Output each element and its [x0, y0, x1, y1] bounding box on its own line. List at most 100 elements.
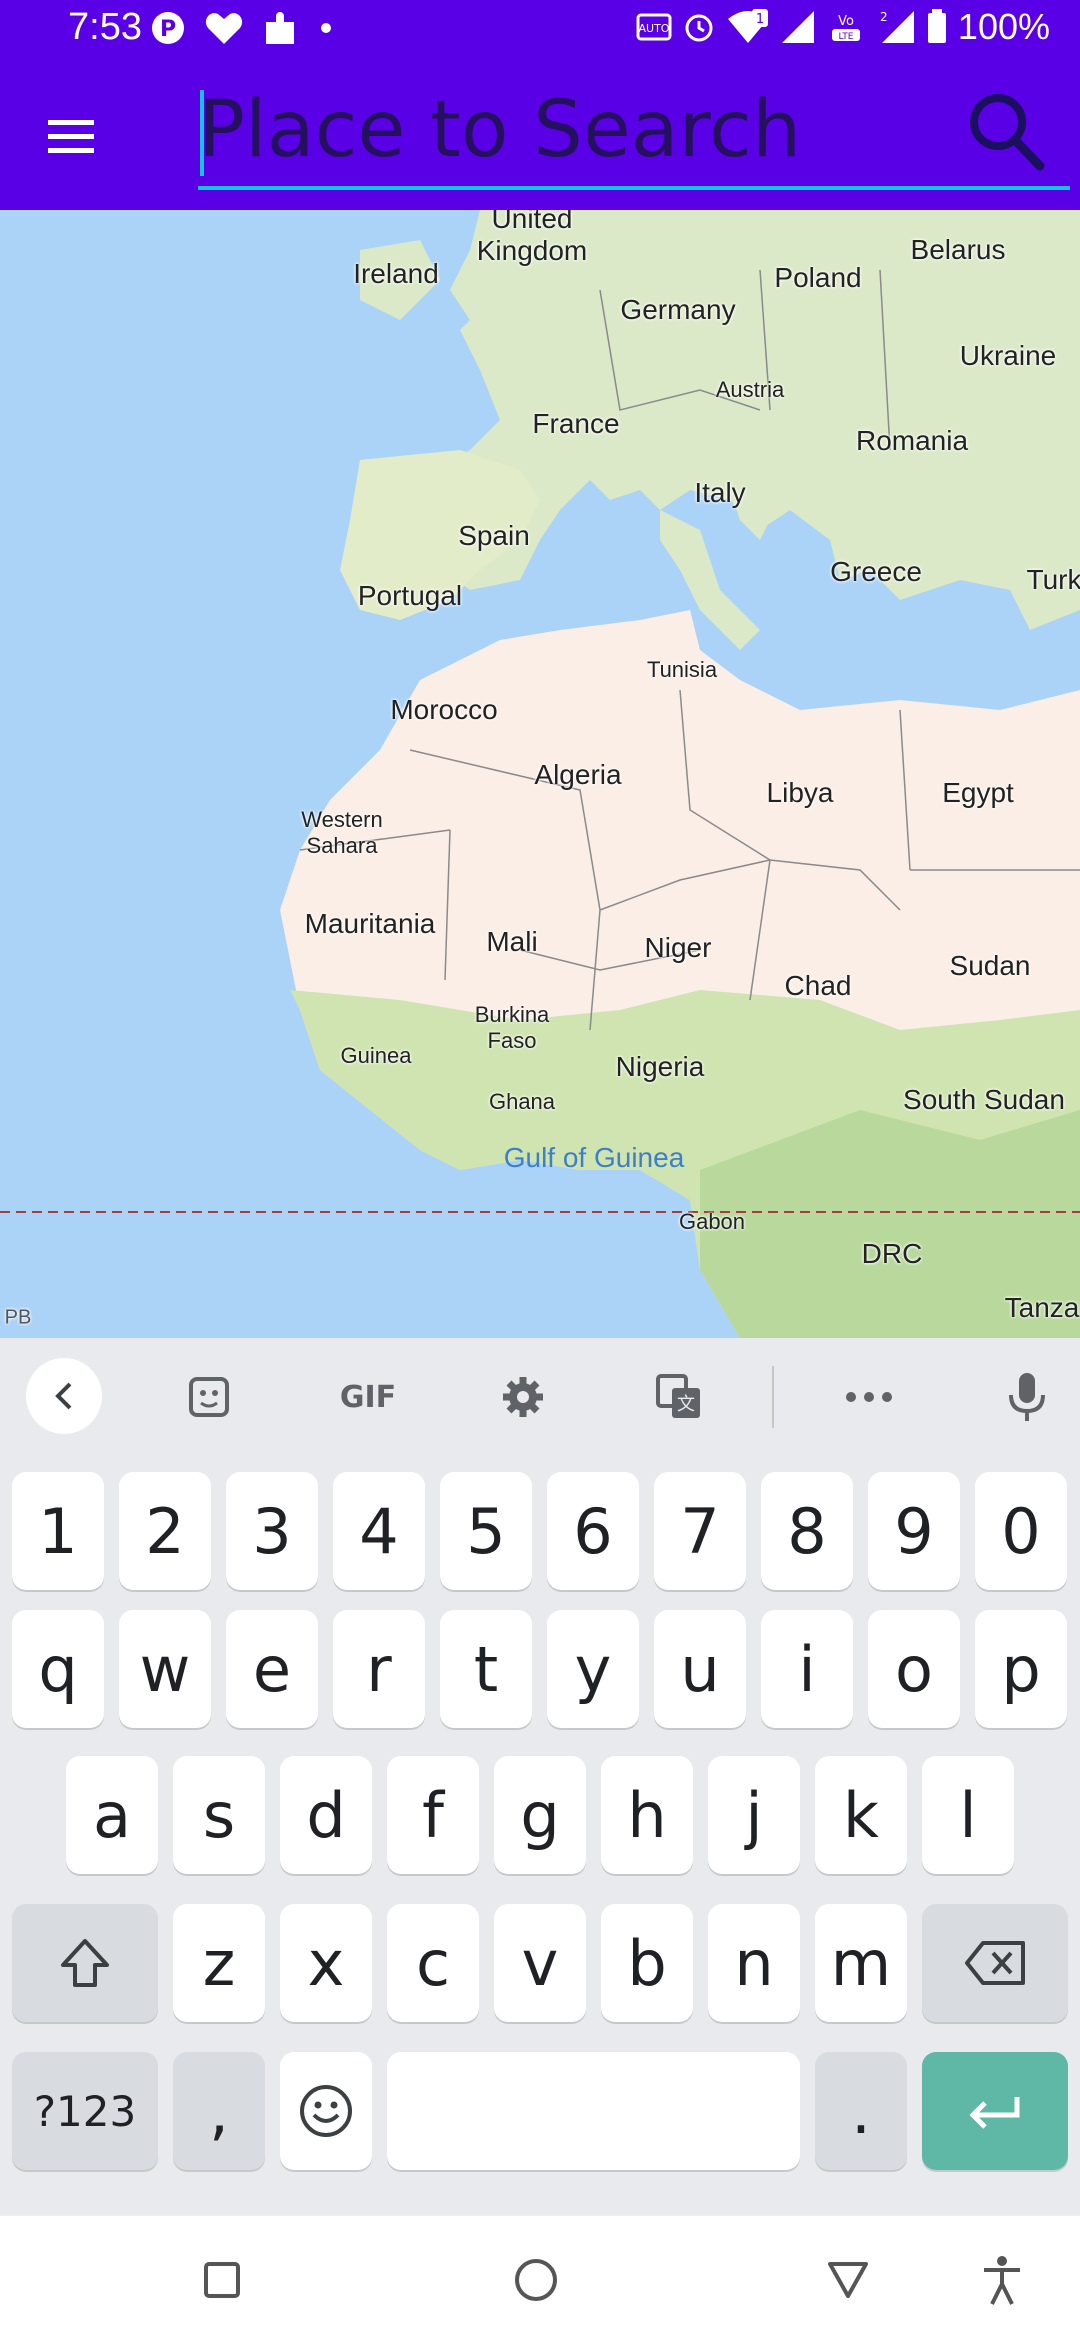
map-label-nigeria: Nigeria	[615, 1051, 705, 1082]
key-4[interactable]: 4	[333, 1472, 425, 1590]
voice-input-button[interactable]	[992, 1362, 1062, 1432]
map-label-ukraine: Ukraine	[959, 340, 1057, 371]
svg-text:AUTO: AUTO	[638, 22, 669, 35]
key-t[interactable]: t	[440, 1610, 532, 1728]
map-label-mali: Mali	[486, 926, 538, 957]
map-label-morocco: Morocco	[390, 694, 498, 725]
map-label-united-kingdom: United Kingdom	[476, 210, 588, 266]
volte-icon: Vo LTE	[831, 14, 860, 42]
map-label-greece: Greece	[830, 556, 922, 587]
key-c[interactable]: c	[387, 1904, 479, 2022]
sticker-button[interactable]	[174, 1362, 244, 1432]
more-icon	[846, 1392, 892, 1402]
key-e[interactable]: e	[226, 1610, 318, 1728]
accessibility-button[interactable]	[972, 2250, 1032, 2310]
map-label-burkina-faso: Burkina Faso	[474, 1002, 550, 1053]
key-5[interactable]: 5	[440, 1472, 532, 1590]
search-input[interactable]	[198, 80, 1018, 180]
key-x[interactable]: x	[280, 1904, 372, 2022]
enter-key[interactable]	[922, 2052, 1068, 2170]
key-m[interactable]: m	[815, 1904, 907, 2022]
more-button[interactable]	[834, 1362, 904, 1432]
menu-button[interactable]	[40, 106, 102, 166]
key-b[interactable]: b	[601, 1904, 693, 2022]
map-view[interactable]: United Kingdom Ireland Germany Poland Be…	[0, 210, 1080, 1338]
back-button[interactable]	[818, 2250, 878, 2310]
key-u[interactable]: u	[654, 1610, 746, 1728]
back-icon	[828, 2262, 868, 2298]
system-nav-bar	[0, 2214, 1080, 2342]
key-f[interactable]: f	[387, 1756, 479, 1874]
key-p[interactable]: p	[975, 1610, 1067, 1728]
key-a[interactable]: a	[66, 1756, 158, 1874]
map-label-south-sudan: South Sudan	[903, 1084, 1065, 1115]
key-i[interactable]: i	[761, 1610, 853, 1728]
svg-text:1: 1	[756, 12, 764, 27]
key-9[interactable]: 9	[868, 1472, 960, 1590]
spacebar-key[interactable]	[387, 2052, 800, 2170]
map-label-guinea: Guinea	[340, 1043, 412, 1068]
symbols-key[interactable]: ?123	[12, 2052, 158, 2170]
backspace-key[interactable]	[922, 1904, 1068, 2022]
home-button[interactable]	[506, 2250, 566, 2310]
map-label-gabon: Gabon	[678, 1209, 746, 1234]
key-2[interactable]: 2	[119, 1472, 211, 1590]
map-label-drc: DRC	[861, 1238, 923, 1269]
status-bar: 7:53 P AUTO 1 Vo LTE 2 100%	[0, 0, 1080, 62]
keyboard-settings-button[interactable]	[488, 1362, 558, 1432]
keyboard-back-button[interactable]	[26, 1358, 102, 1434]
gif-button[interactable]: GIF	[328, 1362, 408, 1432]
key-l[interactable]: l	[922, 1756, 1014, 1874]
search-bar	[198, 80, 1070, 190]
period-key[interactable]: .	[815, 2052, 907, 2170]
map-label-tunisia: Tunisia	[646, 657, 718, 682]
search-icon[interactable]	[962, 88, 1048, 174]
battery-icon	[927, 9, 946, 43]
key-0[interactable]: 0	[975, 1472, 1067, 1590]
translate-icon: 文	[656, 1374, 700, 1418]
gear-icon	[503, 1377, 543, 1417]
key-s[interactable]: s	[173, 1756, 265, 1874]
shift-key[interactable]	[12, 1904, 158, 2022]
map-label-spain: Spain	[458, 520, 530, 551]
map-label-niger: Niger	[644, 932, 712, 963]
key-z[interactable]: z	[173, 1904, 265, 2022]
key-j[interactable]: j	[708, 1756, 800, 1874]
signal-icon: 2	[880, 10, 914, 43]
map-label-poland: Poland	[774, 262, 862, 293]
key-y[interactable]: y	[547, 1610, 639, 1728]
key-7[interactable]: 7	[654, 1472, 746, 1590]
map-label-france: France	[532, 408, 620, 439]
text-cursor	[200, 90, 204, 176]
keyboard: GIF 文 1 2 3 4 5 6 7 8 9 0 q w e r t y u …	[0, 1338, 1080, 2214]
toolbar-divider	[772, 1366, 774, 1428]
sticker-icon	[189, 1377, 229, 1417]
key-v[interactable]: v	[494, 1904, 586, 2022]
key-1[interactable]: 1	[12, 1472, 104, 1590]
heart-icon	[205, 13, 243, 44]
translate-button[interactable]: 文	[644, 1362, 714, 1432]
key-w[interactable]: w	[119, 1610, 211, 1728]
svg-text:P: P	[160, 17, 176, 42]
key-o[interactable]: o	[868, 1610, 960, 1728]
comma-key[interactable]: ,	[173, 2052, 265, 2170]
key-k[interactable]: k	[815, 1756, 907, 1874]
key-8[interactable]: 8	[761, 1472, 853, 1590]
key-n[interactable]: n	[708, 1904, 800, 2022]
auto-hd-icon: AUTO	[636, 13, 672, 41]
chevron-left-icon	[55, 1382, 72, 1410]
key-d[interactable]: d	[280, 1756, 372, 1874]
key-q[interactable]: q	[12, 1610, 104, 1728]
key-r[interactable]: r	[333, 1610, 425, 1728]
map-label-ghana: Ghana	[488, 1089, 556, 1114]
emoji-key[interactable]	[280, 2052, 372, 2170]
recents-button[interactable]	[192, 2250, 252, 2310]
search-underline	[198, 186, 1070, 190]
key-6[interactable]: 6	[547, 1472, 639, 1590]
key-g[interactable]: g	[494, 1756, 586, 1874]
svg-text:文: 文	[677, 1394, 695, 1415]
accessibility-icon	[984, 2256, 1020, 2305]
key-3[interactable]: 3	[226, 1472, 318, 1590]
map-label-belarus: Belarus	[910, 234, 1006, 265]
key-h[interactable]: h	[601, 1756, 693, 1874]
